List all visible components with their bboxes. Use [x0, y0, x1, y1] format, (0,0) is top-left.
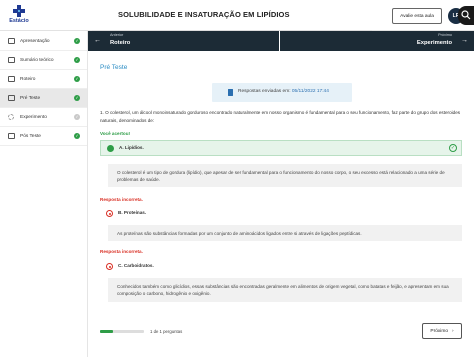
quiz-icon — [8, 95, 15, 101]
progress-bar — [100, 330, 144, 333]
check-icon: ✓ — [74, 95, 80, 101]
check-icon: ✓ — [74, 38, 80, 44]
radio-wrong-icon — [106, 263, 113, 270]
answer-explanation: Conhecidos também como glicídios, essas … — [108, 278, 462, 302]
submission-label: Respostas enviadas em: — [238, 89, 291, 94]
radio-selected-icon — [107, 145, 114, 152]
sidebar-item-label: Roteiro — [20, 76, 36, 82]
sidebar-item-pos-teste[interactable]: Pós Teste ✓ — [0, 127, 87, 146]
sidebar-item-roteiro[interactable]: Roteiro ✓ — [0, 70, 87, 89]
submission-date: 05/11/2022 17:44 — [291, 89, 329, 94]
sidebar-item-label: Pós Teste — [20, 133, 41, 139]
logo-mark-icon — [13, 5, 25, 17]
prev-nav-button[interactable]: ← Anterior Roteiro — [88, 31, 280, 51]
floating-search-button[interactable] — [458, 6, 474, 25]
submission-text: Respostas enviadas em: 05/11/2022 17:44 — [238, 89, 329, 94]
answer-label: B. Proteínas. — [118, 210, 147, 215]
arrow-left-icon: ← — [94, 37, 101, 44]
question-text: 1. O colesterol, um álcool monoinsaturad… — [100, 110, 461, 123]
page-title: SOLUBILIDADE E INSATURAÇÃO EM LIPÍDIOS — [118, 10, 290, 19]
top-header: Estácio SOLUBILIDADE E INSATURAÇÃO EM LI… — [0, 0, 474, 31]
sidebar: Apresentação ✓ Sumário teórico ✓ Roteiro… — [0, 31, 88, 357]
list-icon — [8, 76, 15, 82]
quiz-icon — [8, 133, 15, 139]
estacio-logo[interactable]: Estácio — [6, 5, 32, 29]
check-circle-icon: ✓ — [449, 144, 457, 152]
answer-label: C. Carboidratos. — [118, 263, 154, 268]
section-title: Pré Teste — [100, 64, 128, 71]
next-nav-button[interactable]: Próximo Experimento → — [281, 31, 474, 51]
sidebar-item-label: Pré Teste — [20, 95, 41, 101]
answer-explanation: O colesterol é um tipo de gordura (lipíd… — [108, 164, 462, 187]
next-button-label: Próximo — [430, 328, 448, 334]
sidebar-item-label: Apresentação — [20, 38, 50, 44]
search-icon — [461, 10, 471, 20]
next-button[interactable]: Próximo › — [422, 323, 462, 339]
radio-wrong-icon — [106, 210, 113, 217]
progress-fill — [100, 330, 114, 333]
document-icon — [228, 89, 233, 96]
correct-label: Você acertou! — [100, 131, 131, 136]
submission-info: Respostas enviadas em: 05/11/2022 17:44 — [212, 83, 352, 102]
experiment-icon — [8, 114, 14, 120]
sidebar-item-pre-teste[interactable]: Pré Teste ✓ — [0, 89, 87, 108]
check-icon: ✓ — [74, 76, 80, 82]
rate-lesson-button[interactable]: Avalie esta aula — [392, 8, 442, 24]
answer-label: A. Lipídios. — [119, 145, 144, 150]
answer-explanation: As proteínas são substâncias formadas po… — [108, 225, 462, 241]
lesson-nav-bar: ← Anterior Roteiro Próximo Experimento → — [88, 31, 474, 51]
main-content: Pré Teste Respostas enviadas em: 05/11/2… — [88, 51, 474, 357]
answer-option-c[interactable]: C. Carboidratos. — [100, 259, 462, 275]
prev-title: Roteiro — [110, 40, 131, 46]
answer-option-a[interactable]: A. Lipídios. ✓ — [100, 140, 462, 156]
sidebar-item-apresentacao[interactable]: Apresentação ✓ — [0, 32, 87, 51]
play-doc-icon — [8, 38, 15, 44]
arrow-right-icon: › — [451, 328, 454, 334]
check-icon: ✓ — [74, 133, 80, 139]
arrow-right-icon: → — [461, 37, 468, 44]
sidebar-item-sumario[interactable]: Sumário teórico ✓ — [0, 51, 87, 70]
incorrect-label: Resposta incorreta. — [100, 249, 143, 254]
next-small-label: Próximo — [438, 33, 452, 37]
pending-check-icon: ✓ — [74, 114, 80, 120]
sidebar-item-label: Sumário teórico — [20, 57, 54, 63]
book-icon — [8, 57, 15, 63]
prev-small-label: Anterior — [110, 33, 124, 37]
check-icon: ✓ — [74, 57, 80, 63]
sidebar-item-experimento[interactable]: Experimento ✓ — [0, 108, 87, 127]
next-title: Experimento — [416, 40, 452, 46]
logo-text: Estácio — [9, 18, 29, 24]
answer-option-b[interactable]: B. Proteínas. — [100, 206, 462, 222]
sidebar-item-label: Experimento — [20, 114, 47, 120]
incorrect-label: Resposta incorreta. — [100, 197, 143, 202]
progress-text: 1 de 1 perguntas — [150, 329, 183, 334]
